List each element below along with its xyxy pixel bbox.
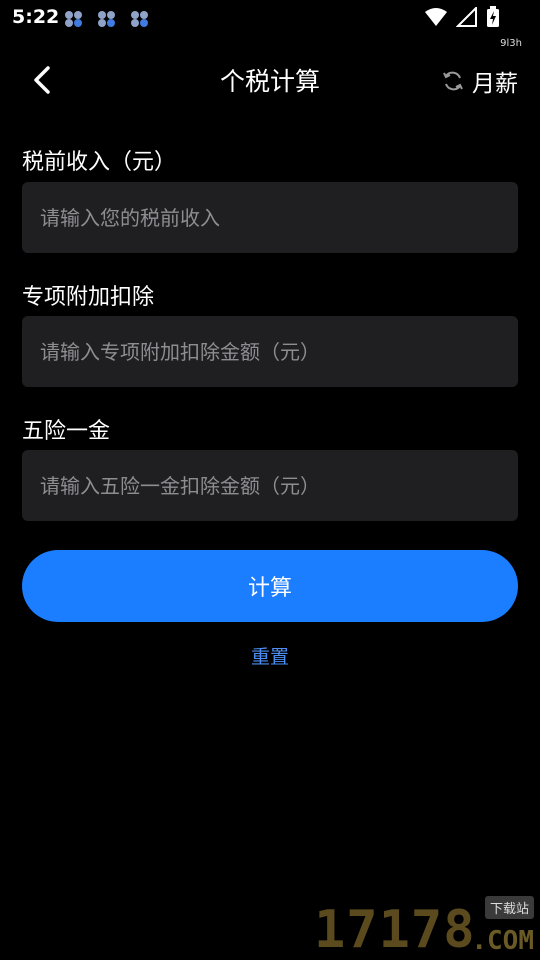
status-sub-text: 9l3h <box>500 38 522 49</box>
chevron-left-icon <box>34 66 50 94</box>
status-bar: 5:22 9l3h <box>0 0 540 49</box>
back-button[interactable] <box>22 60 62 100</box>
income-label: 税前收入（元） <box>22 150 177 175</box>
watermark-badge: 下载站 <box>484 896 534 919</box>
app-notification-icon <box>98 11 115 27</box>
reset-link[interactable]: 重置 <box>0 642 540 669</box>
social-insurance-label: 五险一金 <box>22 419 111 444</box>
watermark-logo: 17178 下载站 .COM <box>314 896 536 958</box>
nav-bar: 个税计算 月薪 <box>0 52 540 108</box>
tax-calculator-screen: 5:22 9l3h 个税计算 月薪 税前收入（元） 请输入您的税前收入 专项附加… <box>0 0 540 960</box>
calculate-button[interactable]: 计算 <box>22 550 518 622</box>
refresh-icon <box>443 71 463 91</box>
special-deduction-label: 专项附加扣除 <box>22 285 155 310</box>
salary-mode-label: 月薪 <box>472 71 518 97</box>
status-time: 5:22 <box>12 6 60 28</box>
app-notification-icon <box>131 11 148 27</box>
special-deduction-input[interactable] <box>22 316 518 387</box>
social-insurance-input[interactable] <box>22 450 518 521</box>
cell-signal-icon <box>456 7 477 27</box>
battery-charging-icon <box>487 6 499 27</box>
salary-mode-toggle[interactable]: 月薪 <box>442 64 518 98</box>
status-indicators <box>424 6 500 28</box>
app-notification-icon <box>65 11 82 27</box>
watermark-digits: 17178 <box>314 900 476 960</box>
watermark-domain: .COM <box>471 926 534 956</box>
pretax-income-input[interactable] <box>22 182 518 253</box>
wifi-icon <box>425 8 447 26</box>
